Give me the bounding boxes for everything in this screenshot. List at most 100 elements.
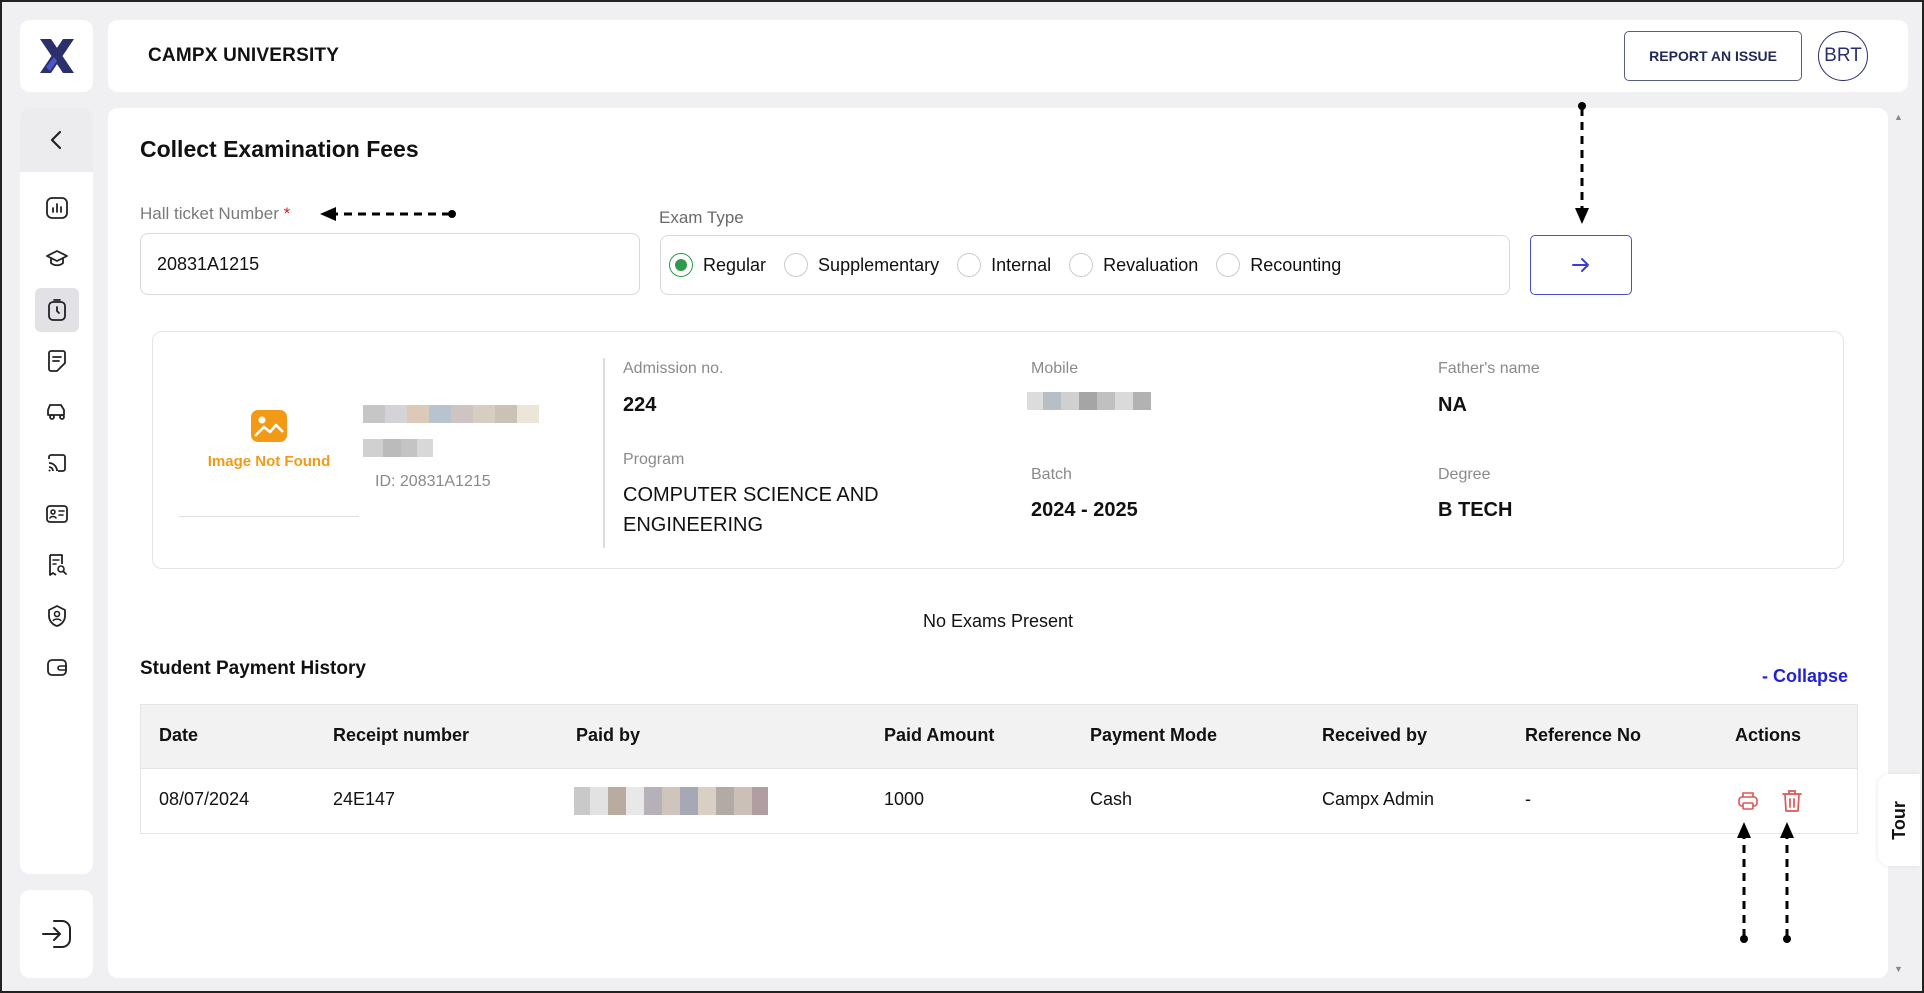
report-issue-button[interactable]: REPORT AN ISSUE bbox=[1624, 31, 1802, 81]
program-value-line2: ENGINEERING bbox=[623, 514, 764, 536]
col-date: Date bbox=[159, 725, 199, 745]
col-payment-mode: Payment Mode bbox=[1090, 725, 1218, 745]
delete-receipt-button[interactable] bbox=[1780, 788, 1804, 819]
exam-type-label-regular: Regular bbox=[703, 254, 767, 275]
admission-label: Admission no. bbox=[623, 360, 724, 377]
app-logo[interactable] bbox=[20, 20, 93, 92]
radio-supplementary[interactable] bbox=[784, 253, 809, 277]
exam-type-regular[interactable]: Regular bbox=[669, 253, 766, 277]
university-name: CAMPX UNIVERSITY bbox=[148, 45, 340, 66]
sidebar-collapse-button[interactable] bbox=[20, 108, 93, 172]
page-title: Collect Examination Fees bbox=[140, 136, 419, 162]
tour-tab[interactable]: Tour bbox=[1878, 774, 1920, 866]
sidebar-item-documents[interactable] bbox=[35, 339, 79, 383]
sidebar-item-exams[interactable] bbox=[34, 288, 79, 332]
cast-icon bbox=[47, 454, 66, 472]
tour-label: Tour bbox=[1888, 800, 1909, 840]
image-not-found-icon bbox=[251, 409, 287, 442]
payment-history-table: Date Receipt number Paid by Paid Amount … bbox=[140, 704, 1858, 834]
required-marker: * bbox=[283, 204, 291, 223]
sidebar-item-id-cards[interactable] bbox=[35, 492, 79, 536]
col-received-by: Received by bbox=[1322, 725, 1428, 745]
user-shield-icon bbox=[47, 605, 66, 627]
trash-icon bbox=[1782, 790, 1802, 812]
print-receipt-button[interactable] bbox=[1736, 789, 1760, 818]
scroll-up-arrow[interactable]: ▲ bbox=[1894, 112, 1903, 122]
cell-paid-by-redacted bbox=[574, 787, 768, 815]
campx-logo-icon bbox=[39, 39, 74, 73]
exam-type-supplementary[interactable]: Supplementary bbox=[784, 253, 939, 277]
exam-type-recounting[interactable]: Recounting bbox=[1216, 253, 1341, 277]
admission-value: 224 bbox=[623, 394, 657, 416]
chevron-left-icon bbox=[50, 130, 61, 150]
scroll-down-arrow[interactable]: ▼ bbox=[1894, 964, 1903, 974]
sidebar-item-admin[interactable] bbox=[35, 594, 79, 638]
hall-ticket-label: Hall ticket Number * bbox=[140, 204, 290, 224]
cell-reference-no: - bbox=[1525, 789, 1531, 809]
degree-label: Degree bbox=[1438, 466, 1491, 483]
program-value: COMPUTER SCIENCE AND ENGINEERING bbox=[623, 480, 879, 540]
payment-history-title: Student Payment History bbox=[140, 658, 366, 679]
col-receipt-number: Receipt number bbox=[333, 725, 470, 745]
sidebar-item-broadcast[interactable] bbox=[35, 441, 79, 485]
cell-payment-mode: Cash bbox=[1090, 789, 1133, 809]
col-reference-no: Reference No bbox=[1525, 725, 1642, 745]
radio-regular[interactable] bbox=[669, 253, 693, 277]
exam-type-radio-group: Regular Supplementary Internal Revaluati… bbox=[660, 235, 1510, 295]
logout-button[interactable] bbox=[20, 890, 93, 978]
degree-value: B TECH bbox=[1438, 499, 1513, 521]
program-label: Program bbox=[623, 451, 685, 468]
student-surname-redacted bbox=[363, 439, 433, 457]
document-icon bbox=[47, 350, 66, 372]
card-divider bbox=[603, 358, 605, 548]
cell-receipt-number: 24E147 bbox=[333, 789, 396, 809]
exam-clock-icon bbox=[47, 299, 66, 321]
sidebar-item-fees[interactable] bbox=[35, 390, 79, 434]
exam-type-revaluation[interactable]: Revaluation bbox=[1069, 253, 1198, 277]
batch-value: 2024 - 2025 bbox=[1031, 499, 1138, 521]
sidebar-item-receipts[interactable] bbox=[35, 543, 79, 587]
father-name-label: Father's name bbox=[1438, 360, 1540, 377]
id-card-icon bbox=[45, 505, 68, 523]
student-info-card: Image Not Found ID: 20831A1215 Admission… bbox=[152, 331, 1844, 569]
father-name-value: NA bbox=[1438, 394, 1467, 416]
exam-type-label-supplementary: Supplementary bbox=[818, 254, 940, 275]
dashboard-icon bbox=[45, 197, 68, 219]
col-paid-amount: Paid Amount bbox=[884, 725, 995, 745]
search-student-button[interactable] bbox=[1530, 235, 1632, 295]
logout-icon bbox=[41, 920, 71, 948]
top-header: CAMPX UNIVERSITY REPORT AN ISSUE BRT bbox=[108, 20, 1908, 92]
graduation-cap-icon bbox=[45, 250, 68, 267]
exam-type-label-internal: Internal bbox=[991, 254, 1052, 275]
sidebar-item-academics[interactable] bbox=[35, 237, 79, 281]
exam-type-internal[interactable]: Internal bbox=[957, 253, 1051, 277]
radio-internal[interactable] bbox=[957, 253, 982, 277]
sidebar-item-dashboard[interactable] bbox=[35, 186, 79, 230]
batch-label: Batch bbox=[1031, 466, 1072, 483]
col-paid-by: Paid by bbox=[576, 725, 641, 745]
program-value-line1: COMPUTER SCIENCE AND bbox=[623, 484, 879, 506]
mobile-label: Mobile bbox=[1031, 360, 1079, 377]
exam-type-label-recounting: Recounting bbox=[1250, 254, 1342, 275]
cell-paid-amount: 1000 bbox=[884, 789, 925, 809]
col-actions: Actions bbox=[1735, 725, 1802, 745]
image-not-found-text: Image Not Found bbox=[207, 452, 331, 470]
radio-revaluation[interactable] bbox=[1069, 253, 1094, 277]
printer-icon bbox=[1738, 792, 1758, 810]
fees-car-icon bbox=[46, 404, 65, 420]
sidebar bbox=[20, 108, 93, 874]
no-exams-message: No Exams Present bbox=[922, 611, 1074, 631]
hall-ticket-input[interactable] bbox=[140, 233, 640, 295]
arrow-right-icon bbox=[1572, 258, 1589, 272]
radio-recounting[interactable] bbox=[1216, 253, 1241, 277]
user-avatar[interactable]: BRT bbox=[1818, 31, 1868, 81]
receipt-search-icon bbox=[48, 554, 67, 576]
cell-date: 08/07/2024 bbox=[159, 789, 250, 809]
exam-type-label-revaluation: Revaluation bbox=[1103, 254, 1199, 275]
cell-received-by: Campx Admin bbox=[1322, 789, 1435, 809]
table-header-row: Date Receipt number Paid by Paid Amount … bbox=[141, 705, 1857, 769]
wallet-icon bbox=[46, 659, 67, 676]
collapse-link[interactable]: - Collapse bbox=[1762, 666, 1848, 687]
sidebar-item-wallet[interactable] bbox=[35, 645, 79, 689]
table-row: 08/07/2024 24E147 1000 Cash Campx Admin … bbox=[141, 769, 1857, 833]
